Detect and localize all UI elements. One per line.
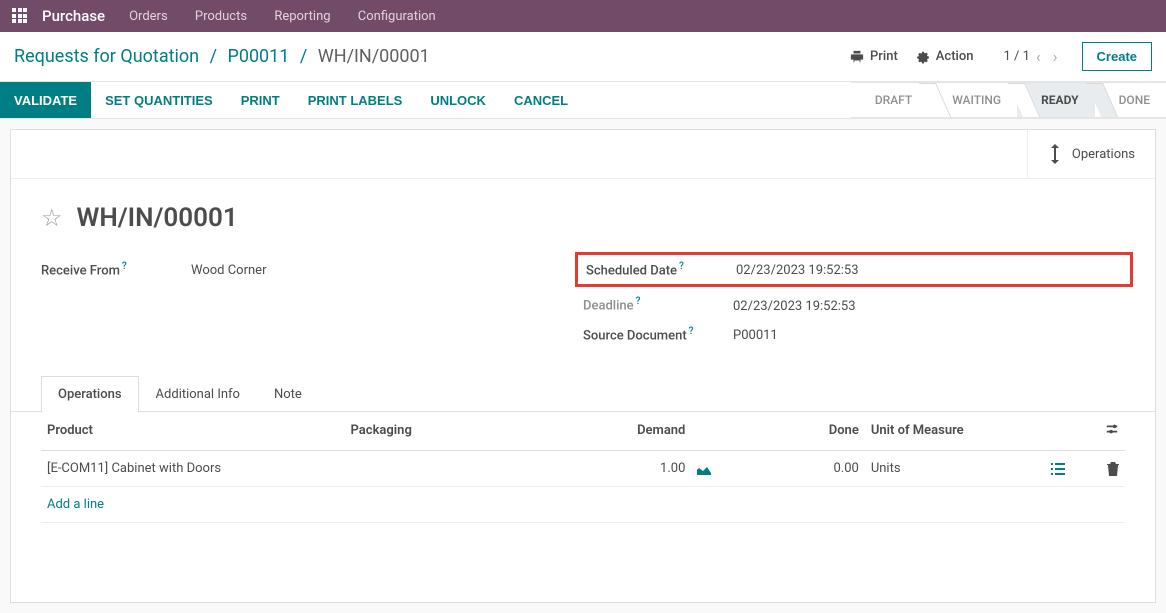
tab-additional-info[interactable]: Additional Info [139,376,257,413]
table-row-add: Add a line [41,486,1125,522]
document-title: WH/IN/00001 [77,203,238,233]
add-line-button[interactable]: Add a line [47,497,104,512]
forecast-icon [697,463,711,475]
breadcrumb-item[interactable]: Requests for Quotation [14,46,199,67]
print-labels-button[interactable]: PRINT LABELS [294,82,417,118]
pager: 1 / 1 ‹ › [1003,47,1063,66]
source-document-label: Source Document? [583,326,733,343]
cell-delete[interactable] [1071,450,1125,486]
nav-products[interactable]: Products [195,9,247,24]
col-done[interactable]: Done [735,412,865,451]
print-button[interactable]: Print [850,49,898,64]
receive-from-label: Receive From? [41,261,191,278]
pager-text: 1 / 1 [1003,49,1029,64]
app-brand: Purchase [42,7,105,25]
cell-forecast[interactable] [691,450,734,486]
top-nav: Orders Products Reporting Configuration [129,9,460,24]
tab-note[interactable]: Note [257,376,319,413]
col-settings[interactable] [1071,412,1125,451]
validate-button[interactable]: VALIDATE [0,82,91,118]
col-demand[interactable]: Demand [540,412,692,451]
nav-orders[interactable]: Orders [129,9,168,24]
receive-from-value[interactable]: Wood Corner [191,263,266,278]
action-button[interactable]: Action [916,49,974,64]
status-draft[interactable]: DRAFT [851,82,928,118]
transfer-icon [1048,144,1062,164]
pager-prev[interactable]: ‹ [1036,47,1041,66]
scheduled-date-value[interactable]: 02/23/2023 19:52:53 [736,263,859,278]
scheduled-date-label: Scheduled Date? [586,261,736,278]
list-icon [1051,463,1065,475]
set-quantities-button[interactable]: SET QUANTITIES [91,82,227,118]
col-packaging[interactable]: Packaging [345,412,540,451]
cancel-button[interactable]: CANCEL [500,82,582,118]
trash-icon [1107,462,1119,476]
cell-packaging[interactable] [345,450,540,486]
breadcrumb-item[interactable]: P00011 [227,46,289,67]
apps-icon[interactable] [12,8,28,24]
create-button[interactable]: Create [1082,42,1152,71]
operations-table: Product Packaging Demand Done Unit of Me… [41,412,1125,573]
cell-details[interactable] [1017,450,1071,486]
tab-operations[interactable]: Operations [41,376,139,413]
breadcrumb: Requests for Quotation / P00011 / WH/IN/… [14,46,832,67]
sliders-icon [1105,422,1119,436]
cell-product[interactable]: [E-COM11] Cabinet with Doors [41,450,345,486]
col-uom[interactable]: Unit of Measure [865,412,1017,451]
print-action-button[interactable]: PRINT [227,82,294,118]
nav-reporting[interactable]: Reporting [274,9,330,24]
cell-uom[interactable]: Units [865,450,1017,486]
deadline-value: 02/23/2023 19:52:53 [733,299,856,314]
status-bar: DRAFT WAITING READY DONE [851,82,1166,118]
gear-icon [916,50,930,64]
print-icon [850,50,864,64]
favorite-star-icon[interactable]: ☆ [41,204,63,232]
nav-configuration[interactable]: Configuration [358,9,436,24]
deadline-label: Deadline? [583,296,733,313]
operations-stat-button[interactable]: Operations [1027,130,1155,178]
table-row[interactable]: [E-COM11] Cabinet with Doors 1.00 0.00 U… [41,450,1125,486]
cell-done[interactable]: 0.00 [735,450,865,486]
cell-demand[interactable]: 1.00 [540,450,692,486]
unlock-button[interactable]: UNLOCK [416,82,500,118]
col-product[interactable]: Product [41,412,345,451]
source-document-value[interactable]: P00011 [733,328,778,343]
pager-next[interactable]: › [1053,47,1058,66]
breadcrumb-current: WH/IN/00001 [318,46,430,67]
